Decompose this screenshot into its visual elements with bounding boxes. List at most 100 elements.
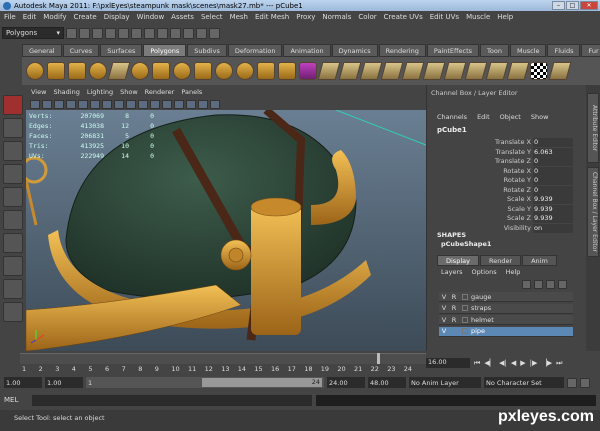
menu-edit-mesh[interactable]: Edit Mesh — [255, 13, 289, 21]
snap-point-icon[interactable] — [170, 27, 181, 39]
start-time-field[interactable]: 1.00 — [4, 377, 42, 388]
attr-row[interactable]: Translate X0 — [437, 138, 573, 147]
layer-visibility-toggle[interactable]: V — [439, 327, 449, 335]
append-polygon-icon[interactable] — [359, 62, 383, 80]
viewport-menu-view[interactable]: View — [31, 88, 46, 98]
layer-tab-anim[interactable]: Anim — [522, 255, 557, 266]
open-scene-icon[interactable] — [79, 27, 90, 39]
minimize-button[interactable]: – — [552, 1, 565, 10]
layer-reference-toggle[interactable]: R — [449, 304, 459, 312]
planar-uv-icon[interactable] — [485, 62, 509, 80]
layer-row-gauge[interactable]: V Rgauge — [439, 292, 573, 302]
merge-vertices-icon[interactable] — [443, 62, 467, 80]
smooth-icon[interactable] — [278, 62, 296, 80]
channel-menu-show[interactable]: Show — [531, 113, 549, 121]
attribute-editor-tab[interactable]: Attribute Editor — [587, 93, 599, 163]
checker-icon[interactable] — [530, 62, 548, 80]
mel-input[interactable] — [32, 394, 312, 406]
layer-color-swatch[interactable] — [462, 293, 468, 300]
layer-tab-display[interactable]: Display — [437, 255, 479, 266]
menu-display[interactable]: Display — [104, 13, 130, 21]
shelf-tab-polygons[interactable]: Polygons — [143, 44, 187, 57]
select-object-icon[interactable] — [118, 27, 129, 39]
attr-row[interactable]: Scale Y 9.939 — [437, 204, 573, 214]
layer-reference-toggle[interactable]: R — [449, 293, 459, 301]
maximize-button[interactable]: □ — [566, 1, 579, 10]
split-polygon-icon[interactable] — [380, 62, 404, 80]
attr-value[interactable]: 0 — [533, 176, 573, 185]
field-chart-icon[interactable] — [210, 99, 220, 109]
menu-create[interactable]: Create — [73, 13, 96, 21]
attr-row[interactable]: Rotate Y0 — [437, 176, 573, 185]
layer-tab-render[interactable]: Render — [479, 255, 522, 266]
scale-tool-icon[interactable] — [3, 210, 23, 230]
menu-window[interactable]: Window — [137, 13, 165, 21]
new-layer-icon[interactable] — [522, 280, 531, 289]
menu-file[interactable]: File — [4, 13, 16, 21]
viewport-menu-panels[interactable]: Panels — [181, 88, 202, 98]
channel-menu-edit[interactable]: Edit — [477, 113, 490, 121]
layer-menu-help[interactable]: Help — [506, 268, 521, 276]
wireframe-icon[interactable] — [78, 99, 88, 109]
menu-help[interactable]: Help — [497, 13, 513, 21]
rotate-tool-icon[interactable] — [3, 187, 23, 207]
time-slider[interactable]: 1 2 3 4 5 6 7 8 9 10 11 12 13 14 15 16 17 18 19 20 21 22 23 24 — [0, 351, 426, 373]
layer-visibility-toggle[interactable]: V — [439, 316, 449, 324]
smooth-shade-icon[interactable] — [90, 99, 100, 109]
mirror-icon[interactable] — [299, 62, 317, 80]
menu-normals[interactable]: Normals — [322, 13, 351, 21]
attr-row[interactable]: Translate Y 6.063 — [437, 147, 573, 157]
go-end-icon[interactable]: ⏭ — [556, 359, 562, 368]
layer-row-straps[interactable]: V Rstraps — [439, 303, 573, 314]
shelf-tab-general[interactable]: General — [22, 44, 62, 57]
poly-pyramid-icon[interactable] — [173, 62, 191, 80]
safe-title-icon[interactable] — [198, 99, 208, 109]
poly-cone-icon[interactable] — [89, 62, 107, 80]
preferences-icon[interactable] — [580, 377, 590, 388]
xray-icon[interactable] — [150, 99, 160, 109]
poly-torus-icon[interactable] — [131, 62, 149, 80]
move-tool-icon[interactable] — [3, 164, 23, 184]
poly-cube-icon[interactable] — [47, 62, 65, 80]
play-forward-icon[interactable]: ▶ — [520, 359, 525, 368]
menu-modify[interactable]: Modify — [43, 13, 66, 21]
attr-value[interactable]: on — [533, 223, 573, 233]
uv-editor-icon[interactable] — [548, 62, 572, 80]
selected-object-name[interactable]: pCube1 — [437, 126, 467, 134]
shelf-tab-dynamics[interactable]: Dynamics — [331, 44, 378, 57]
move-up-icon[interactable] — [546, 280, 555, 289]
viewport-menu-lighting[interactable]: Lighting — [87, 88, 113, 98]
attr-row[interactable]: Scale X 9.939 — [437, 195, 573, 204]
end-time-field[interactable]: 48.00 — [368, 377, 406, 388]
go-start-icon[interactable]: ⏮ — [474, 359, 480, 368]
character-set-dropdown[interactable]: No Character Set — [484, 377, 564, 388]
attr-value[interactable]: 0 — [533, 157, 573, 166]
combine-icon[interactable] — [215, 62, 233, 80]
safe-action-icon[interactable] — [186, 99, 196, 109]
menu-select[interactable]: Select — [201, 13, 223, 21]
resolution-gate-icon[interactable] — [162, 99, 172, 109]
menu-edit[interactable]: Edit — [23, 13, 37, 21]
render-icon[interactable] — [183, 27, 194, 39]
layer-color-swatch[interactable] — [462, 316, 468, 323]
separate-icon[interactable] — [236, 62, 254, 80]
poly-sphere-icon[interactable] — [26, 62, 44, 80]
shelf-tab-toon[interactable]: Toon — [480, 44, 509, 57]
layer-name[interactable]: helmet — [471, 316, 494, 324]
shelf-tab-subdivs[interactable]: Subdivs — [187, 44, 227, 57]
attr-value[interactable]: 9.939 — [533, 214, 573, 223]
current-time-marker[interactable] — [377, 353, 380, 364]
layer-name[interactable]: straps — [471, 304, 491, 312]
manipulator-tool-icon[interactable] — [3, 233, 23, 253]
grid-icon[interactable] — [42, 99, 52, 109]
select-tool-icon[interactable] — [3, 95, 23, 115]
close-button[interactable]: ✕ — [580, 1, 598, 10]
shelf-tab-curves[interactable]: Curves — [62, 44, 100, 57]
attr-value[interactable]: 0 — [533, 138, 573, 147]
anim-layer-dropdown[interactable]: No Anim Layer — [409, 377, 481, 388]
attr-row[interactable]: Translate Z0 — [437, 157, 573, 166]
attr-value[interactable]: 9.939 — [533, 195, 573, 204]
new-scene-icon[interactable] — [66, 27, 77, 39]
poly-cylinder-icon[interactable] — [68, 62, 86, 80]
layout-single-icon[interactable] — [3, 279, 23, 299]
